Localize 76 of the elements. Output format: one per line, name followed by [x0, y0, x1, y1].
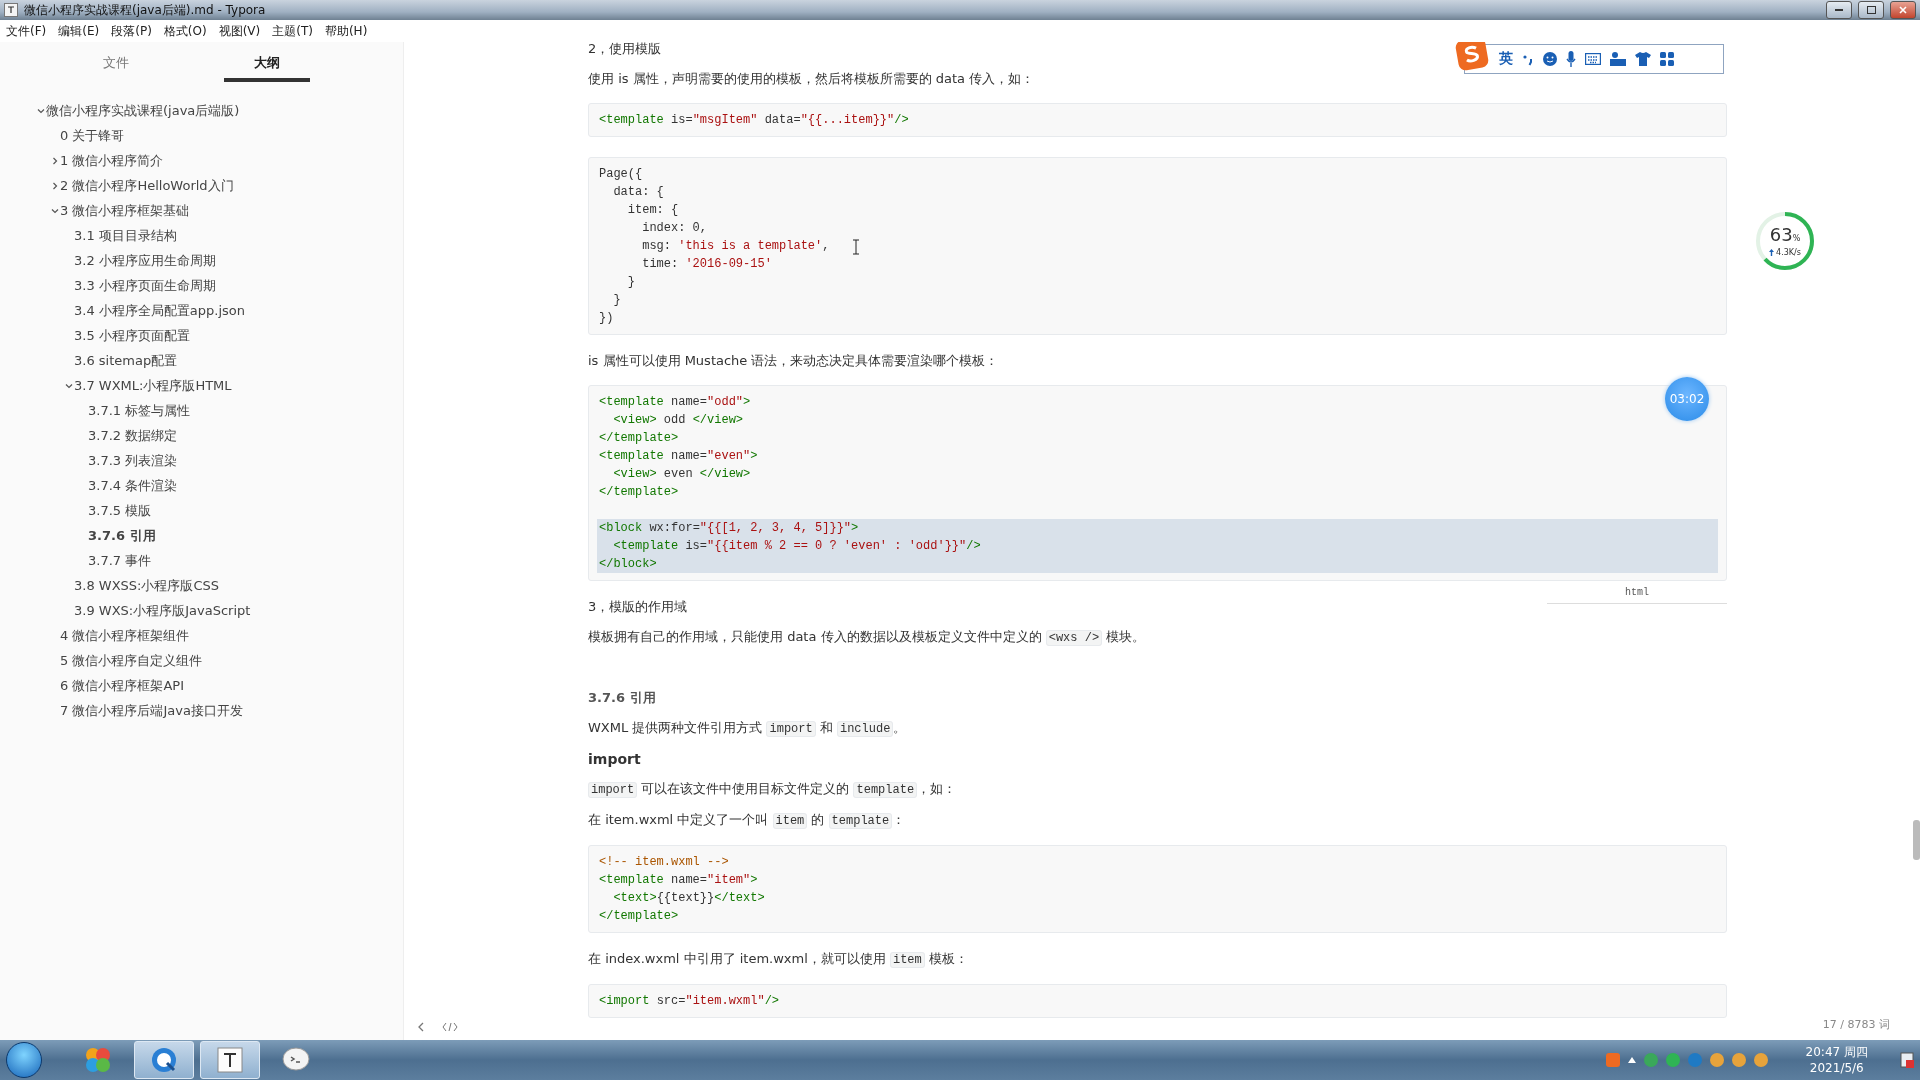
outline-item[interactable]: 5 微信小程序自定义组件	[0, 648, 403, 673]
outline-item[interactable]: 3.2 小程序应用生命周期	[0, 248, 403, 273]
code-line: <text>{{text}}</text>	[612, 890, 765, 907]
sidebar-tab[interactable]: 文件	[72, 54, 159, 82]
code-line: <block wx:for="{{[1, 2, 3, 4, 5]}}">	[598, 520, 859, 537]
code-line: <template is="{{item % 2 == 0 ? 'even' : 'odd'}}"/>	[612, 538, 981, 555]
outline-item[interactable]: 3.7.6 引用	[0, 523, 403, 548]
outline-item[interactable]: 3.3 小程序页面生命周期	[0, 273, 403, 298]
code-line: Page({	[598, 166, 643, 183]
outline-item[interactable]: 3.7.4 条件渲染	[0, 473, 403, 498]
code-line: })	[598, 310, 614, 327]
code-line: <template is="msgItem" data="{{...item}}"/>	[598, 112, 909, 129]
paragraph: 3，模版的作用域	[588, 598, 689, 616]
menu-item[interactable]: 视图(V)	[218, 22, 261, 40]
code-line: <template name="even">	[598, 448, 758, 465]
code-line: item: {	[626, 202, 679, 219]
outline-item[interactable]: 0 关于锋哥	[0, 123, 403, 148]
outline-item[interactable]: 3.8 WXSS:小程序版CSS	[0, 573, 403, 598]
menu-item[interactable]: 段落(P)	[111, 22, 152, 40]
paragraph: 2，使用模版	[588, 42, 663, 58]
outline-item[interactable]: 3.9 WXS:小程序版JavaScript	[0, 598, 403, 623]
bold-heading: import	[588, 750, 642, 769]
code-line: </template>	[598, 484, 679, 501]
code-line: msg: 'this is a template',	[641, 238, 830, 255]
outline-item[interactable]: 3.7.1 标签与属性	[0, 398, 403, 423]
code-line: <template name="item">	[598, 872, 758, 889]
menu-item[interactable]: 编辑(E)	[58, 22, 100, 40]
outline-item[interactable]: 6 微信小程序框架API	[0, 673, 403, 698]
paragraph: import 可以在该文件中使用目标文件定义的 template ，如：	[588, 778, 961, 801]
outline-item[interactable]: 7 微信小程序后端Java接口开发	[0, 698, 403, 723]
speed-widget[interactable]: 63% 4.3K/s	[1754, 210, 1816, 272]
code-line: }	[612, 292, 621, 309]
code-line: </template>	[598, 908, 679, 925]
menu-item[interactable]: 文件(F)	[6, 22, 47, 40]
outline-item[interactable]: 4 微信小程序框架组件	[0, 623, 403, 648]
code-line: </template>	[598, 430, 679, 447]
code-line: <view> odd </view>	[612, 412, 744, 429]
outline-item[interactable]: 3.7.2 数据绑定	[0, 423, 403, 448]
outline-item[interactable]: 3.6 sitemap配置	[0, 348, 403, 373]
outline-item[interactable]: 3 微信小程序框架基础	[0, 198, 403, 223]
usage-percent: 63%	[1769, 225, 1801, 247]
outline-item[interactable]: 3.7.3 列表渲染	[0, 448, 403, 473]
code-line: </block>	[598, 556, 657, 573]
paragraph: 模板拥有自己的作用域，只能使用 data 传入的数据以及模板定义文件中定义的 <wxs /> 模块。	[588, 628, 1147, 648]
code-line: data: {	[612, 184, 664, 201]
sidebar-tab[interactable]: 大纲	[224, 54, 311, 82]
outline-item[interactable]: 3.7.5 模版	[0, 498, 403, 523]
menu-item[interactable]: 格式(O)	[163, 22, 207, 40]
paragraph: WXML 提供两种文件引用方式 import 和 include 。	[588, 719, 908, 739]
menu-item[interactable]: 主题(T)	[272, 22, 313, 40]
code-line: <!-- item.wxml -->	[598, 854, 729, 871]
outline-item[interactable]: 3.5 小程序页面配置	[0, 323, 403, 348]
paragraph: 使用 is 属性，声明需要的使用的模板，然后将模板所需要的 data 传入，如：	[588, 70, 1036, 88]
section-heading: 3.7.6 引用	[588, 689, 657, 707]
ime-mode-toggle[interactable]: 英	[1499, 50, 1513, 68]
taskbar-clock[interactable]: 20:47 周四 2021/5/6	[1805, 1044, 1868, 1076]
outline-item[interactable]: 微信小程序实战课程(java后端版)	[0, 98, 403, 123]
paragraph: is 属性可以使用 Mustache 语法，来动态决定具体需要渲染哪个模板：	[588, 352, 1000, 370]
code-line: <import src="item.wxml"/>	[598, 993, 780, 1010]
code-line: time: '2016-09-15'	[641, 256, 772, 273]
paragraph: 在 index.wxml 中引用了 item.wxml，就可以使用 item 模板：	[588, 950, 969, 970]
code-line: <view> even </view>	[612, 466, 751, 483]
menu-item[interactable]: 帮助(H)	[324, 22, 368, 40]
code-line: <template name="odd">	[598, 394, 751, 411]
upload-speed: 4.3K/s	[1776, 247, 1801, 257]
outline-item[interactable]: 2 微信小程序HelloWorld入门	[0, 173, 403, 198]
window-title: 微信小程序实战课程(java后端).md - Typora	[24, 1, 267, 19]
outline-item[interactable]: 1 微信小程序简介	[0, 148, 403, 173]
outline-item[interactable]: 3.1 项目目录结构	[0, 223, 403, 248]
word-count[interactable]: 17 / 8783 词	[1822, 1017, 1890, 1032]
outline-item[interactable]: 3.7 WXML:小程序版HTML	[0, 373, 403, 398]
code-line: }	[626, 274, 635, 291]
code-line: index: 0,	[641, 220, 708, 237]
paragraph: 在 item.wxml 中定义了一个叫 item 的 template ：	[588, 811, 907, 831]
outline-item[interactable]: 3.7.7 事件	[0, 548, 403, 573]
outline-item[interactable]: 3.4 小程序全局配置app.json	[0, 298, 403, 323]
